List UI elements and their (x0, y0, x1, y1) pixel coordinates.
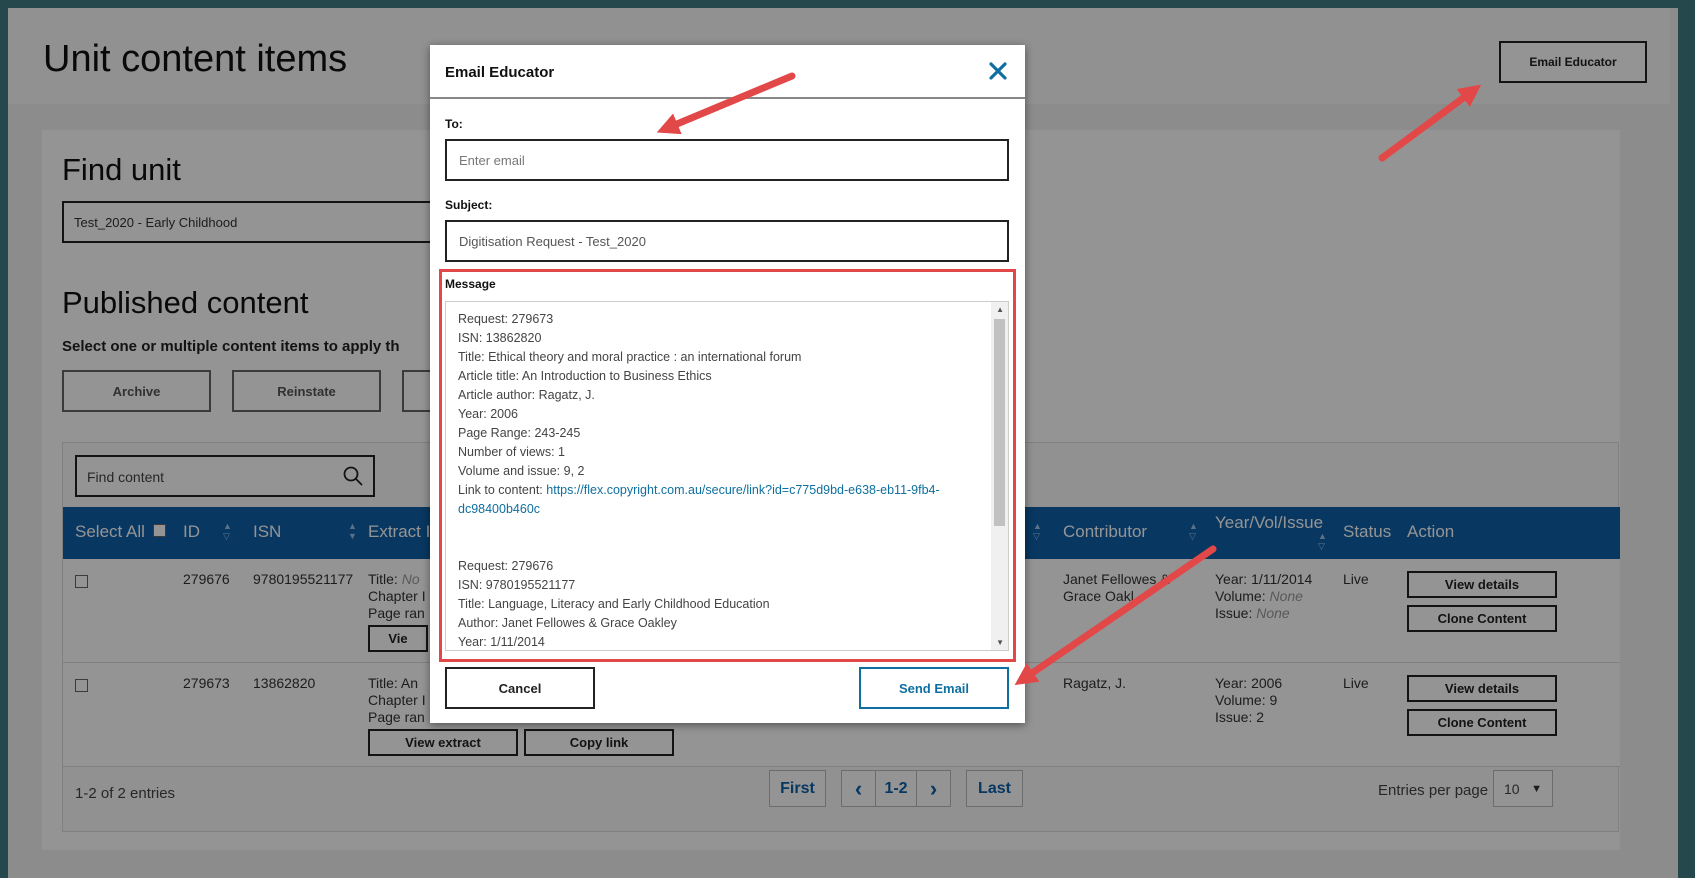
arrow-to-send-email (1014, 545, 1217, 686)
annotation-arrows (656, 72, 1482, 686)
arrow-to-field (656, 72, 796, 135)
arrow-to-email-educator (1378, 84, 1482, 162)
